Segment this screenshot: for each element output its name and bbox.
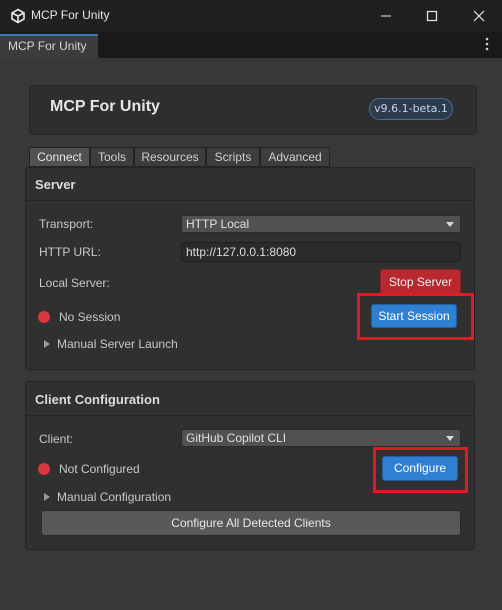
client-status-text: Not Configured [59, 462, 140, 476]
manual-configuration-foldout[interactable]: Manual Configuration [44, 490, 171, 504]
session-status-text: No Session [59, 310, 121, 324]
highlight-box [373, 447, 468, 493]
client-label: Client: [39, 432, 74, 446]
close-icon [473, 10, 485, 22]
chevron-down-icon [446, 436, 454, 441]
manual-configuration-label: Manual Configuration [57, 490, 172, 504]
unity-logo-icon [11, 8, 25, 24]
client-dropdown[interactable]: GitHub Copilot CLI [181, 429, 461, 447]
document-tab-strip: MCP For Unity [0, 32, 502, 58]
header-panel: MCP For Unity v9.6.1-beta.1 [29, 85, 477, 135]
more-options-icon[interactable] [480, 36, 494, 52]
status-dot-icon [38, 311, 50, 323]
manual-server-launch-label: Manual Server Launch [57, 337, 178, 351]
client-value: GitHub Copilot CLI [186, 431, 287, 445]
client-configuration-section: Client Configuration Client: GitHub Copi… [25, 381, 475, 550]
minimize-icon [381, 15, 391, 17]
transport-dropdown[interactable]: HTTP Local [181, 215, 461, 233]
highlight-box [357, 293, 474, 340]
stop-server-button[interactable]: Stop Server [380, 269, 461, 295]
triangle-right-icon [44, 493, 50, 501]
title-bar: MCP For Unity [0, 0, 502, 32]
server-section-title: Server [35, 177, 76, 192]
local-server-label: Local Server: [39, 276, 110, 290]
tab-resources[interactable]: Resources [134, 147, 206, 167]
maximize-icon [426, 10, 438, 22]
section-divider [26, 415, 474, 416]
server-section: Server Transport: HTTP Local HTTP URL: L… [25, 167, 475, 370]
tab-scripts[interactable]: Scripts [206, 147, 260, 167]
tab-connect[interactable]: Connect [29, 147, 90, 167]
http-url-label: HTTP URL: [39, 245, 101, 259]
client-section-title: Client Configuration [35, 392, 160, 407]
window-title: MCP For Unity [31, 8, 110, 22]
triangle-right-icon [44, 340, 50, 348]
transport-value: HTTP Local [186, 217, 250, 231]
page-title: MCP For Unity [50, 98, 160, 115]
tab-tools[interactable]: Tools [90, 147, 134, 167]
section-divider [26, 200, 474, 201]
http-url-input[interactable] [182, 243, 460, 261]
status-dot-icon [38, 463, 50, 475]
configure-all-clients-button[interactable]: Configure All Detected Clients [41, 510, 461, 536]
chevron-down-icon [446, 222, 454, 227]
tab-advanced[interactable]: Advanced [260, 147, 330, 167]
transport-label: Transport: [39, 217, 94, 231]
document-tab[interactable]: MCP For Unity [0, 34, 98, 58]
minimize-button[interactable] [363, 0, 409, 32]
manual-server-launch-foldout[interactable]: Manual Server Launch [44, 337, 178, 351]
maximize-button[interactable] [409, 0, 455, 32]
document-tab-label: MCP For Unity [8, 39, 87, 53]
close-button[interactable] [456, 0, 502, 32]
http-url-field[interactable] [181, 242, 461, 262]
version-badge: v9.6.1-beta.1 [369, 98, 453, 120]
